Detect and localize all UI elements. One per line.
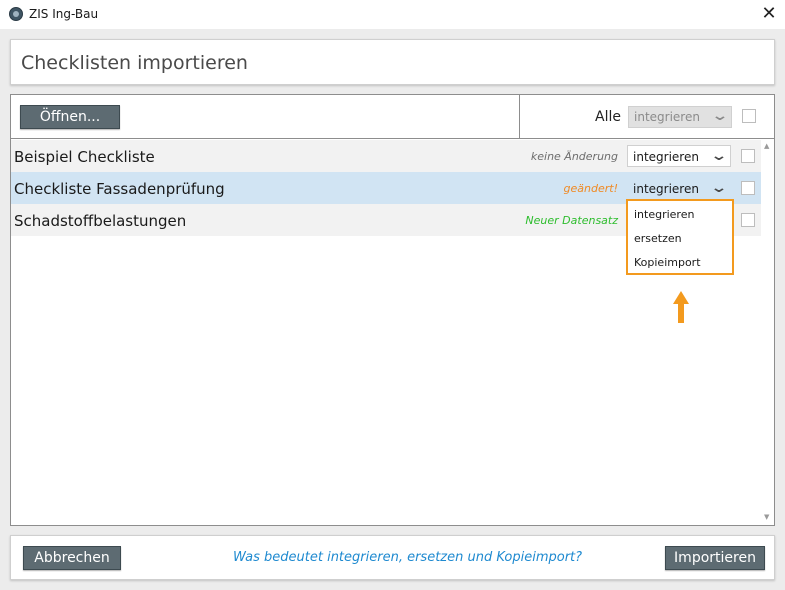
chevron-down-icon: ⌄ [710,180,728,196]
scrollbar[interactable]: ▲ ▼ [762,140,774,525]
footer-panel: Abbrechen Was bedeutet integrieren, erse… [10,535,775,580]
row-checkbox[interactable] [741,149,755,163]
scroll-up-icon[interactable]: ▲ [764,142,769,150]
mode-select[interactable]: integrieren ⌄ [627,177,731,199]
toolbar-left: Öffnen... [11,95,520,139]
row-checkbox[interactable] [741,213,755,227]
status-text: keine Änderung [530,150,618,163]
arrow-up-icon [673,291,689,323]
all-label: Alle [595,109,621,125]
checklist-name: Schadstoffbelastungen [14,212,187,230]
mode-value: integrieren [633,150,699,164]
chevron-down-icon: ⌄ [711,108,729,124]
mode-dropdown-menu: integrieren ersetzen Kopieimport [626,199,734,275]
dropdown-option-kopieimport[interactable]: Kopieimport [634,256,701,269]
checklist-name: Checkliste Fassadenprüfung [14,180,225,198]
mode-value: integrieren [633,182,699,196]
row-checkbox[interactable] [741,181,755,195]
cancel-button[interactable]: Abbrechen [23,546,121,570]
dropdown-option-integrieren[interactable]: integrieren [634,208,694,221]
all-checkbox[interactable] [742,109,756,123]
close-icon[interactable]: ✕ [757,2,781,26]
status-text: geändert! [563,182,618,195]
open-button[interactable]: Öffnen... [20,105,120,129]
app-icon [9,7,23,21]
import-button[interactable]: Importieren [665,546,765,570]
checklist-name: Beispiel Checkliste [14,148,155,166]
title-bar: ZIS Ing-Bau ✕ [0,0,785,29]
toolbar-right: Alle integrieren ⌄ [520,95,774,139]
page-title: Checklisten importieren [21,52,248,74]
all-mode-select[interactable]: integrieren ⌄ [628,106,732,128]
all-mode-value: integrieren [634,110,700,124]
import-list-panel: Öffnen... Alle integrieren ⌄ Beispiel Ch… [10,94,775,526]
help-link[interactable]: Was bedeutet integrieren, ersetzen und K… [233,550,582,565]
status-text: Neuer Datensatz [525,214,618,227]
header-panel: Checklisten importieren [10,39,775,85]
window-title: ZIS Ing-Bau [29,7,99,21]
table-row[interactable]: Beispiel Checkliste keine Änderung integ… [11,140,761,172]
chevron-down-icon: ⌄ [710,148,728,164]
scroll-down-icon[interactable]: ▼ [764,513,769,521]
dropdown-option-ersetzen[interactable]: ersetzen [634,232,682,245]
mode-select[interactable]: integrieren ⌄ [627,145,731,167]
